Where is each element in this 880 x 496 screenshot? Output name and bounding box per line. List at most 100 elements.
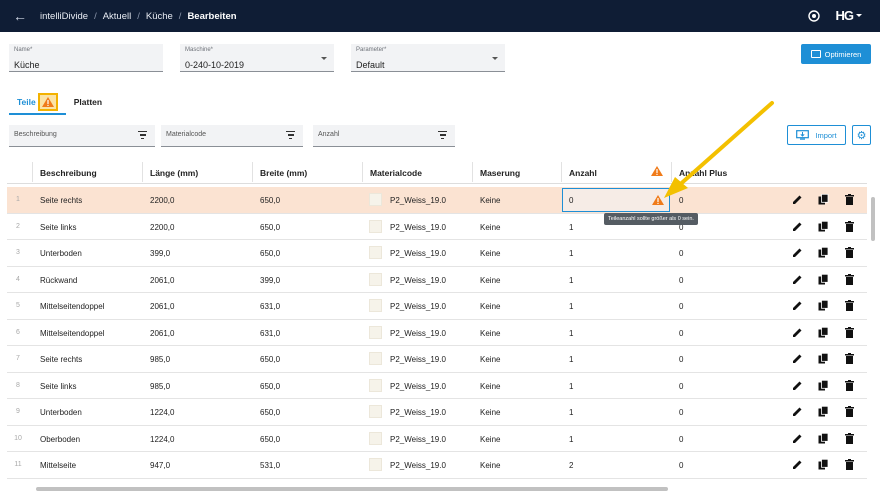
filter-material[interactable]: Materialcode [161, 125, 303, 147]
warning-icon [651, 166, 663, 176]
filter-icon[interactable] [438, 131, 447, 141]
filter-count[interactable]: Anzahl [313, 125, 455, 147]
cell-length: 2200,0 [150, 196, 175, 205]
copy-icon[interactable] [818, 432, 829, 444]
back-arrow-icon[interactable]: ← [0, 8, 40, 24]
edit-icon[interactable] [792, 380, 803, 391]
delete-icon[interactable] [844, 379, 855, 391]
tab-label: Platten [73, 97, 103, 107]
edit-icon[interactable] [792, 406, 803, 417]
copy-icon[interactable] [818, 299, 829, 311]
copy-icon[interactable] [818, 220, 829, 232]
table-row[interactable]: 7 Seite rechts 985,0 650,0 P2_Weiss_19.0 Kein… [7, 346, 867, 373]
breadcrumb-item[interactable]: intelliDivide [40, 11, 88, 22]
edit-icon[interactable] [792, 459, 803, 470]
table-row[interactable]: 6 Mittelseitendoppel 2061,0 631,0 P2_Weiss_1… [7, 320, 867, 346]
column-header[interactable]: Breite (mm) [260, 168, 307, 178]
edit-icon[interactable] [792, 300, 803, 311]
cell-count-plus: 0 [679, 196, 684, 205]
column-header[interactable]: Materialcode [370, 168, 422, 178]
table-row[interactable]: 8 Seite links 985,0 650,0 P2_Weiss_19.0 Keine… [7, 373, 867, 399]
tab-teile[interactable]: Teile [9, 91, 66, 115]
delete-icon[interactable] [844, 247, 855, 258]
edit-icon[interactable] [792, 353, 803, 364]
table-row[interactable]: 2 Seite links 2200,0 650,0 P2_Weiss_19.0 Kein… [7, 214, 867, 240]
copy-icon[interactable] [818, 379, 829, 391]
copy-icon[interactable] [818, 193, 829, 205]
delete-icon[interactable] [844, 459, 855, 470]
table-row[interactable]: 1 Seite rechts 2200,0 650,0 P2_Weiss_19.0 Kei… [7, 187, 867, 214]
row-index: 9 [16, 408, 20, 415]
user-menu[interactable]: HG [835, 8, 862, 23]
vertical-scrollbar[interactable] [871, 187, 876, 487]
row-index: 3 [16, 249, 20, 256]
cell-length: 2061,0 [150, 302, 175, 311]
material-swatch [369, 352, 382, 365]
copy-icon[interactable] [818, 273, 829, 285]
machine-select[interactable]: Maschine* 0-240-10-2019 [180, 44, 334, 72]
cell-count-plus: 0 [679, 461, 684, 470]
delete-icon[interactable] [844, 220, 855, 232]
cell-grain: Keine [480, 434, 501, 444]
horizontal-scrollbar[interactable] [24, 486, 869, 492]
cell-count: 0 [569, 196, 574, 205]
name-field[interactable]: Name* Küche [9, 44, 163, 72]
row-actions [792, 299, 855, 311]
row-index: 11 [14, 461, 22, 468]
table-row[interactable]: 5 Mittelseitendoppel 2061,0 631,0 P2_Weiss_1… [7, 293, 867, 320]
edit-icon[interactable] [792, 247, 803, 258]
cell-description: Seite rechts [40, 196, 83, 205]
optimize-label: Optimieren [824, 49, 862, 59]
column-header[interactable]: Beschreibung [40, 168, 97, 178]
cell-count-plus: 0 [679, 355, 684, 364]
logo: HG [835, 8, 854, 23]
row-actions [792, 326, 855, 338]
delete-icon[interactable] [844, 194, 855, 205]
edit-icon[interactable] [792, 327, 803, 338]
edit-icon[interactable] [792, 274, 803, 285]
copy-icon[interactable] [818, 352, 829, 364]
cell-width: 650,0 [260, 434, 281, 444]
edit-icon[interactable] [792, 194, 803, 205]
copy-icon[interactable] [818, 326, 829, 338]
delete-icon[interactable] [844, 432, 855, 444]
cell-count-plus: 0 [679, 249, 684, 258]
edit-icon[interactable] [792, 221, 803, 232]
column-header[interactable]: Anzahl Plus [679, 168, 727, 178]
validation-tooltip: Teileanzahl sollte größer als 0 sein. [604, 213, 698, 225]
copy-icon[interactable] [818, 458, 829, 470]
edit-icon[interactable] [792, 433, 803, 444]
table-row[interactable]: 9 Unterboden 1224,0 650,0 P2_Weiss_19.0 Keine… [7, 399, 867, 426]
column-header[interactable]: Anzahl [569, 168, 597, 178]
table-row[interactable]: 11 Mittelseite 947,0 531,0 P2_Weiss_19.0 Kein… [7, 452, 867, 479]
table-row[interactable]: 10 Oberboden 1224,0 650,0 P2_Weiss_19.0 Keine… [7, 426, 867, 452]
filter-placeholder: Materialcode [166, 131, 207, 138]
parameter-select[interactable]: Parameter* Default [351, 44, 505, 72]
breadcrumb-item[interactable]: Aktuell [103, 11, 132, 22]
row-actions [792, 432, 855, 444]
delete-icon[interactable] [844, 353, 855, 364]
delete-icon[interactable] [844, 406, 855, 417]
breadcrumb-item[interactable]: Küche [146, 11, 173, 22]
import-button[interactable]: Import [787, 125, 846, 145]
filter-description[interactable]: Beschreibung [9, 125, 155, 147]
delete-icon[interactable] [844, 273, 855, 285]
cell-material: P2_Weiss_19.0 [390, 461, 446, 470]
cell-material: P2_Weiss_19.0 [390, 302, 446, 311]
top-bar: ← intelliDivide / Aktuell / Küche / Bear… [0, 0, 880, 32]
table-row[interactable]: 4 Rückwand 2061,0 399,0 P2_Weiss_19.0 Keine 1 0 [7, 267, 867, 293]
column-header[interactable]: Maserung [480, 168, 520, 178]
table-row[interactable]: 3 Unterboden 399,0 650,0 P2_Weiss_19.0 Keine 1… [7, 240, 867, 267]
filter-icon[interactable] [138, 131, 147, 141]
copy-icon[interactable] [818, 246, 829, 258]
delete-icon[interactable] [844, 300, 855, 311]
help-icon[interactable] [807, 9, 820, 22]
optimize-button[interactable]: Optimieren [801, 44, 871, 64]
cell-length: 2061,0 [150, 275, 175, 285]
filter-icon[interactable] [286, 131, 295, 141]
settings-button[interactable]: ⚙ [852, 125, 871, 145]
column-header[interactable]: Länge (mm) [150, 168, 198, 178]
copy-icon[interactable] [818, 405, 829, 417]
delete-icon[interactable] [844, 326, 855, 338]
tab-platten[interactable]: Platten [66, 91, 110, 115]
